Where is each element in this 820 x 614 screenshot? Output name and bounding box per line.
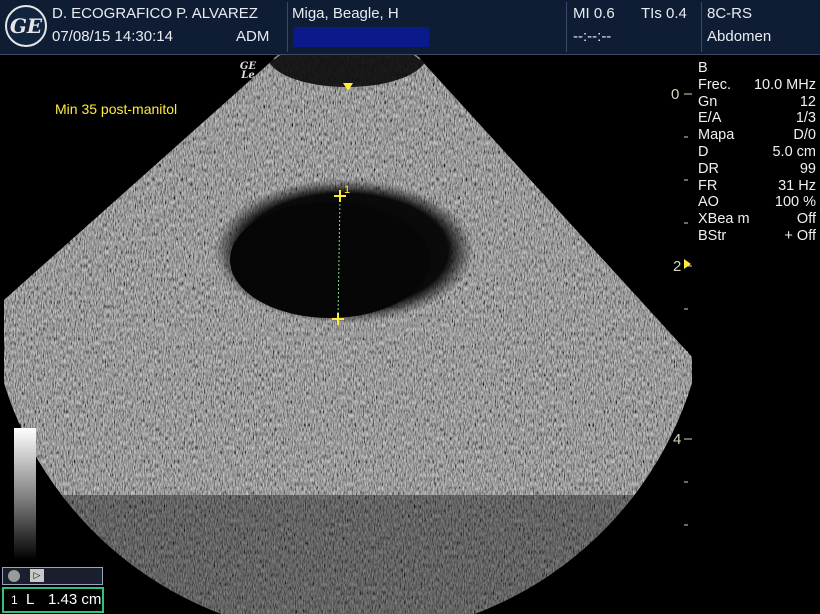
grayscale-map-bar: [14, 428, 36, 560]
patient-name: Miga, Beagle, H: [292, 5, 399, 22]
param-row: Mapa D/0: [698, 127, 816, 144]
imaging-mode: B: [698, 60, 708, 76]
facility-name: D. ECOGRAFICO P. ALVAREZ: [52, 5, 258, 22]
ultrasound-image: 1: [4, 55, 692, 614]
caliper-label: 1: [344, 184, 350, 196]
header-divider: [566, 2, 567, 52]
measurement-type: L: [26, 591, 35, 608]
ge-logo-icon: GE: [5, 5, 47, 47]
exam-preset: Abdomen: [707, 28, 772, 45]
operator: ADM: [236, 28, 270, 45]
image-annotation: Min 35 post-manitol: [55, 101, 178, 117]
header-divider: [287, 2, 288, 52]
cursor-icon[interactable]: ▷: [30, 569, 44, 582]
depth-label-2: 2: [673, 258, 682, 275]
focus-marker-icon: [684, 259, 691, 269]
probe-logo-line2: Le: [241, 70, 255, 81]
param-row: DR 99: [698, 160, 816, 177]
probe-name: 8C-RS: [707, 5, 753, 22]
param-row: D 5.0 cm: [698, 143, 816, 160]
param-row: AO 100 %: [698, 194, 816, 211]
probe-logo-icon: GE Le: [236, 62, 260, 81]
param-row: Frec. 10.0 MHz: [698, 76, 816, 93]
param-row: XBea m Off: [698, 211, 816, 228]
exam-datetime: 07/08/15 14:30:14: [52, 28, 173, 45]
acquisition-params: B Frec. 10.0 MHz Gn 12 E/A 1/3 Mapa D/0 D 5.0…: [698, 60, 816, 245]
depth-label-4: 4: [673, 431, 682, 448]
depth-scale: [684, 93, 692, 526]
param-row: BStr + Off: [698, 227, 816, 244]
tool-panel: ▷: [2, 567, 103, 585]
mi-readout: MI 0.6: [573, 5, 615, 22]
measurement-value: 1.43 cm: [48, 591, 102, 608]
record-icon[interactable]: [8, 570, 20, 582]
header-bar: GE D. ECOGRAFICO P. ALVAREZ 07/08/15 14:…: [0, 0, 820, 55]
param-row: E/A 1/3: [698, 110, 816, 127]
measurement-index: 1: [11, 593, 18, 607]
depth-label-0: 0: [671, 86, 680, 103]
time-readout: --:--:--: [573, 28, 612, 45]
measurement-result[interactable]: 1 L 1.43 cm: [2, 587, 104, 613]
header-divider: [701, 2, 702, 52]
tis-readout: TIs 0.4: [641, 5, 687, 22]
patient-id-field: [293, 27, 429, 47]
param-row: Gn 12: [698, 93, 816, 110]
param-row: FR 31 Hz: [698, 177, 816, 194]
